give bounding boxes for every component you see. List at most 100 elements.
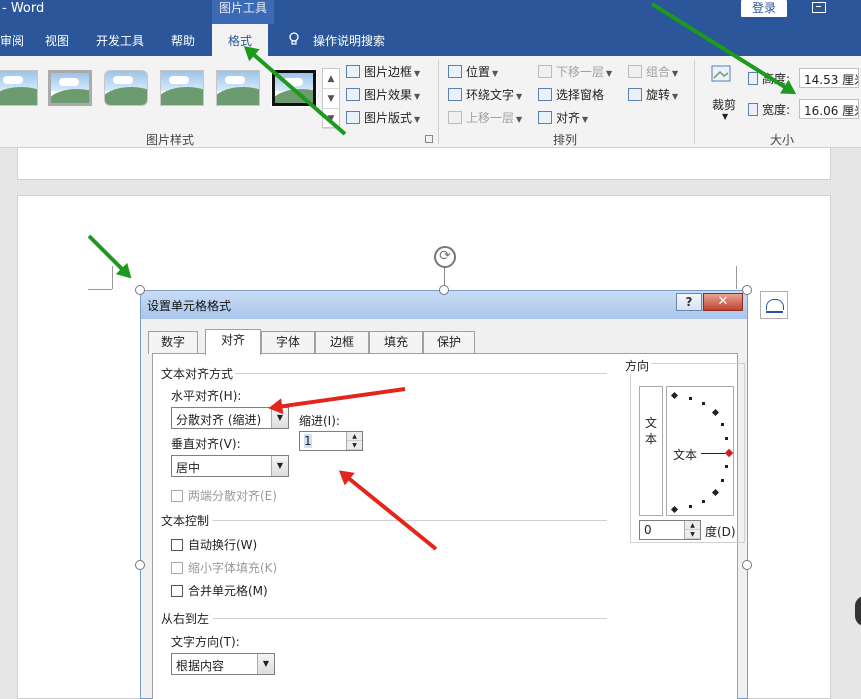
- group-label-size: 大小: [770, 133, 795, 147]
- picture-effects-button[interactable]: 图片效果 ▼: [346, 86, 420, 103]
- group-button[interactable]: 组合 ▼: [628, 63, 678, 80]
- crop-label: 裁剪: [712, 98, 737, 112]
- margin-marker: [88, 289, 112, 290]
- close-icon: ✕: [703, 293, 743, 311]
- title-bar: - Word 图片工具 登录: [0, 0, 861, 24]
- chevron-down-icon: ▼: [271, 456, 288, 476]
- tab-developer[interactable]: 开发工具: [96, 32, 144, 49]
- rotate-icon: [628, 88, 642, 101]
- rotate-button[interactable]: 旋转 ▼: [628, 86, 678, 103]
- section-right-to-left: 从右到左: [161, 612, 210, 626]
- dialog-tab-alignment: 对齐: [205, 329, 261, 355]
- horizontal-align-label: 水平对齐(H):: [171, 389, 242, 403]
- tab-review[interactable]: 审阅: [0, 32, 24, 49]
- selection-pane-icon: [538, 88, 552, 101]
- help-icon: ?: [676, 293, 702, 311]
- crop-button[interactable]: [710, 64, 734, 91]
- vertical-align-select: 居中 ▼: [171, 455, 289, 477]
- margin-marker: [112, 266, 113, 289]
- ribbon-display-icon[interactable]: [812, 2, 826, 13]
- send-backward-button[interactable]: 下移一层 ▼: [538, 63, 612, 80]
- chevron-down-icon[interactable]: ▼: [323, 89, 339, 109]
- send-backward-icon: [538, 65, 552, 78]
- merge-cells-checkbox: 合并单元格(M): [171, 582, 268, 599]
- degrees-label: 度(D): [705, 525, 736, 539]
- tell-me-search[interactable]: 操作说明搜索: [313, 32, 385, 49]
- wrap-text-checkbox: 自动换行(W): [171, 536, 257, 553]
- spin-buttons: ▲ ▼: [346, 432, 362, 450]
- section-text-control: 文本控制: [161, 514, 210, 528]
- vertical-align-label: 垂直对齐(V):: [171, 437, 241, 451]
- tab-view[interactable]: 视图: [45, 32, 69, 49]
- dialog-tab-border: 边框: [315, 331, 369, 354]
- group-separator: [694, 60, 695, 144]
- chevron-up-icon: ▲: [347, 432, 362, 441]
- height-input[interactable]: 14.53 厘米: [799, 68, 859, 88]
- picture-layout-button[interactable]: 图片版式 ▼: [346, 109, 420, 126]
- bring-forward-button[interactable]: 上移一层 ▼: [448, 109, 522, 126]
- width-icon: [748, 103, 758, 116]
- picture-style-thumb[interactable]: [0, 70, 38, 106]
- resize-handle[interactable]: [135, 560, 145, 570]
- crop-dropdown-icon[interactable]: ▼: [722, 112, 728, 121]
- text-direction-label: 文字方向(T):: [171, 635, 240, 649]
- floating-button[interactable]: [855, 596, 861, 626]
- align-button[interactable]: 对齐 ▼: [538, 109, 588, 126]
- rotate-handle-icon[interactable]: ⟳: [434, 246, 456, 268]
- login-button[interactable]: 登录: [741, 0, 787, 17]
- document-page: [17, 148, 831, 180]
- height-icon: [748, 72, 758, 85]
- bring-forward-icon: [448, 111, 462, 124]
- group-separator: [438, 60, 439, 144]
- app-title: - Word: [2, 1, 45, 16]
- layout-icon: [346, 111, 360, 124]
- picture-style-thumb[interactable]: [160, 70, 204, 106]
- effects-icon: [346, 88, 360, 101]
- justify-distributed-checkbox: 两端分散对齐(E): [171, 487, 277, 504]
- resize-handle[interactable]: [742, 560, 752, 570]
- orientation-pointer: [724, 448, 734, 458]
- chevron-up-icon[interactable]: ▲: [323, 69, 339, 89]
- picture-style-thumb[interactable]: [216, 70, 260, 106]
- crop-icon: [711, 65, 731, 82]
- position-button[interactable]: 位置 ▼: [448, 63, 498, 80]
- resize-handle[interactable]: [135, 285, 145, 295]
- picture-style-thumb[interactable]: [104, 70, 148, 106]
- dialog-tab-number: 数字: [148, 331, 198, 354]
- section-text-alignment: 文本对齐方式: [161, 367, 234, 381]
- dialog-launcher-icon[interactable]: [425, 135, 433, 143]
- resize-handle[interactable]: [439, 285, 449, 295]
- layout-options-icon[interactable]: [760, 291, 788, 319]
- selection-pane-button[interactable]: 选择窗格: [538, 86, 604, 103]
- shrink-to-fit-checkbox: 缩小字体填充(K): [171, 559, 277, 576]
- chevron-up-icon: ▲: [685, 521, 700, 530]
- section-divider: [235, 373, 607, 374]
- margin-marker: [736, 266, 737, 289]
- group-label-picture-styles: 图片样式: [146, 133, 195, 147]
- width-input[interactable]: 16.06 厘米: [799, 99, 859, 119]
- dialog-tab-fill: 填充: [369, 331, 423, 354]
- position-icon: [448, 65, 462, 78]
- dialog-title-bar: 设置单元格格式 ? ✕: [141, 291, 747, 319]
- section-orientation: 方向: [623, 357, 652, 374]
- pen-icon: [346, 65, 360, 78]
- group-icon: [628, 65, 642, 78]
- section-divider: [213, 520, 607, 521]
- ribbon: ▲ ▼ ▼ 图片边框▼ 图片效果▼ 图片版式▼ 图片样式 位置▼ 环绕文字▼ 上…: [0, 56, 861, 148]
- indent-label: 缩进(I):: [299, 414, 340, 428]
- inserted-picture-format-cells-dialog[interactable]: 设置单元格格式 ? ✕ 数字 对齐 字体 边框 填充 保护 文本对齐方式 水平对…: [140, 290, 748, 699]
- orientation-dial: 文本: [666, 386, 734, 516]
- lightbulb-icon: [289, 32, 299, 45]
- orientation-box: 方向 文本 文本 0 ▲ ▼ 度(D): [623, 357, 745, 543]
- section-divider: [213, 618, 607, 619]
- indent-spinner: 1 ▲ ▼: [299, 431, 363, 451]
- width-label: 宽度:: [748, 101, 790, 118]
- picture-border-button[interactable]: 图片边框 ▼: [346, 63, 420, 80]
- picture-tools-context-label: 图片工具: [212, 0, 274, 24]
- resize-handle[interactable]: [742, 285, 752, 295]
- picture-style-thumb[interactable]: [48, 70, 92, 106]
- vertical-text-option: 文本: [639, 386, 663, 516]
- tab-help[interactable]: 帮助: [171, 32, 195, 49]
- dialog-tab-font: 字体: [261, 331, 315, 354]
- wrap-text-button[interactable]: 环绕文字 ▼: [448, 86, 522, 103]
